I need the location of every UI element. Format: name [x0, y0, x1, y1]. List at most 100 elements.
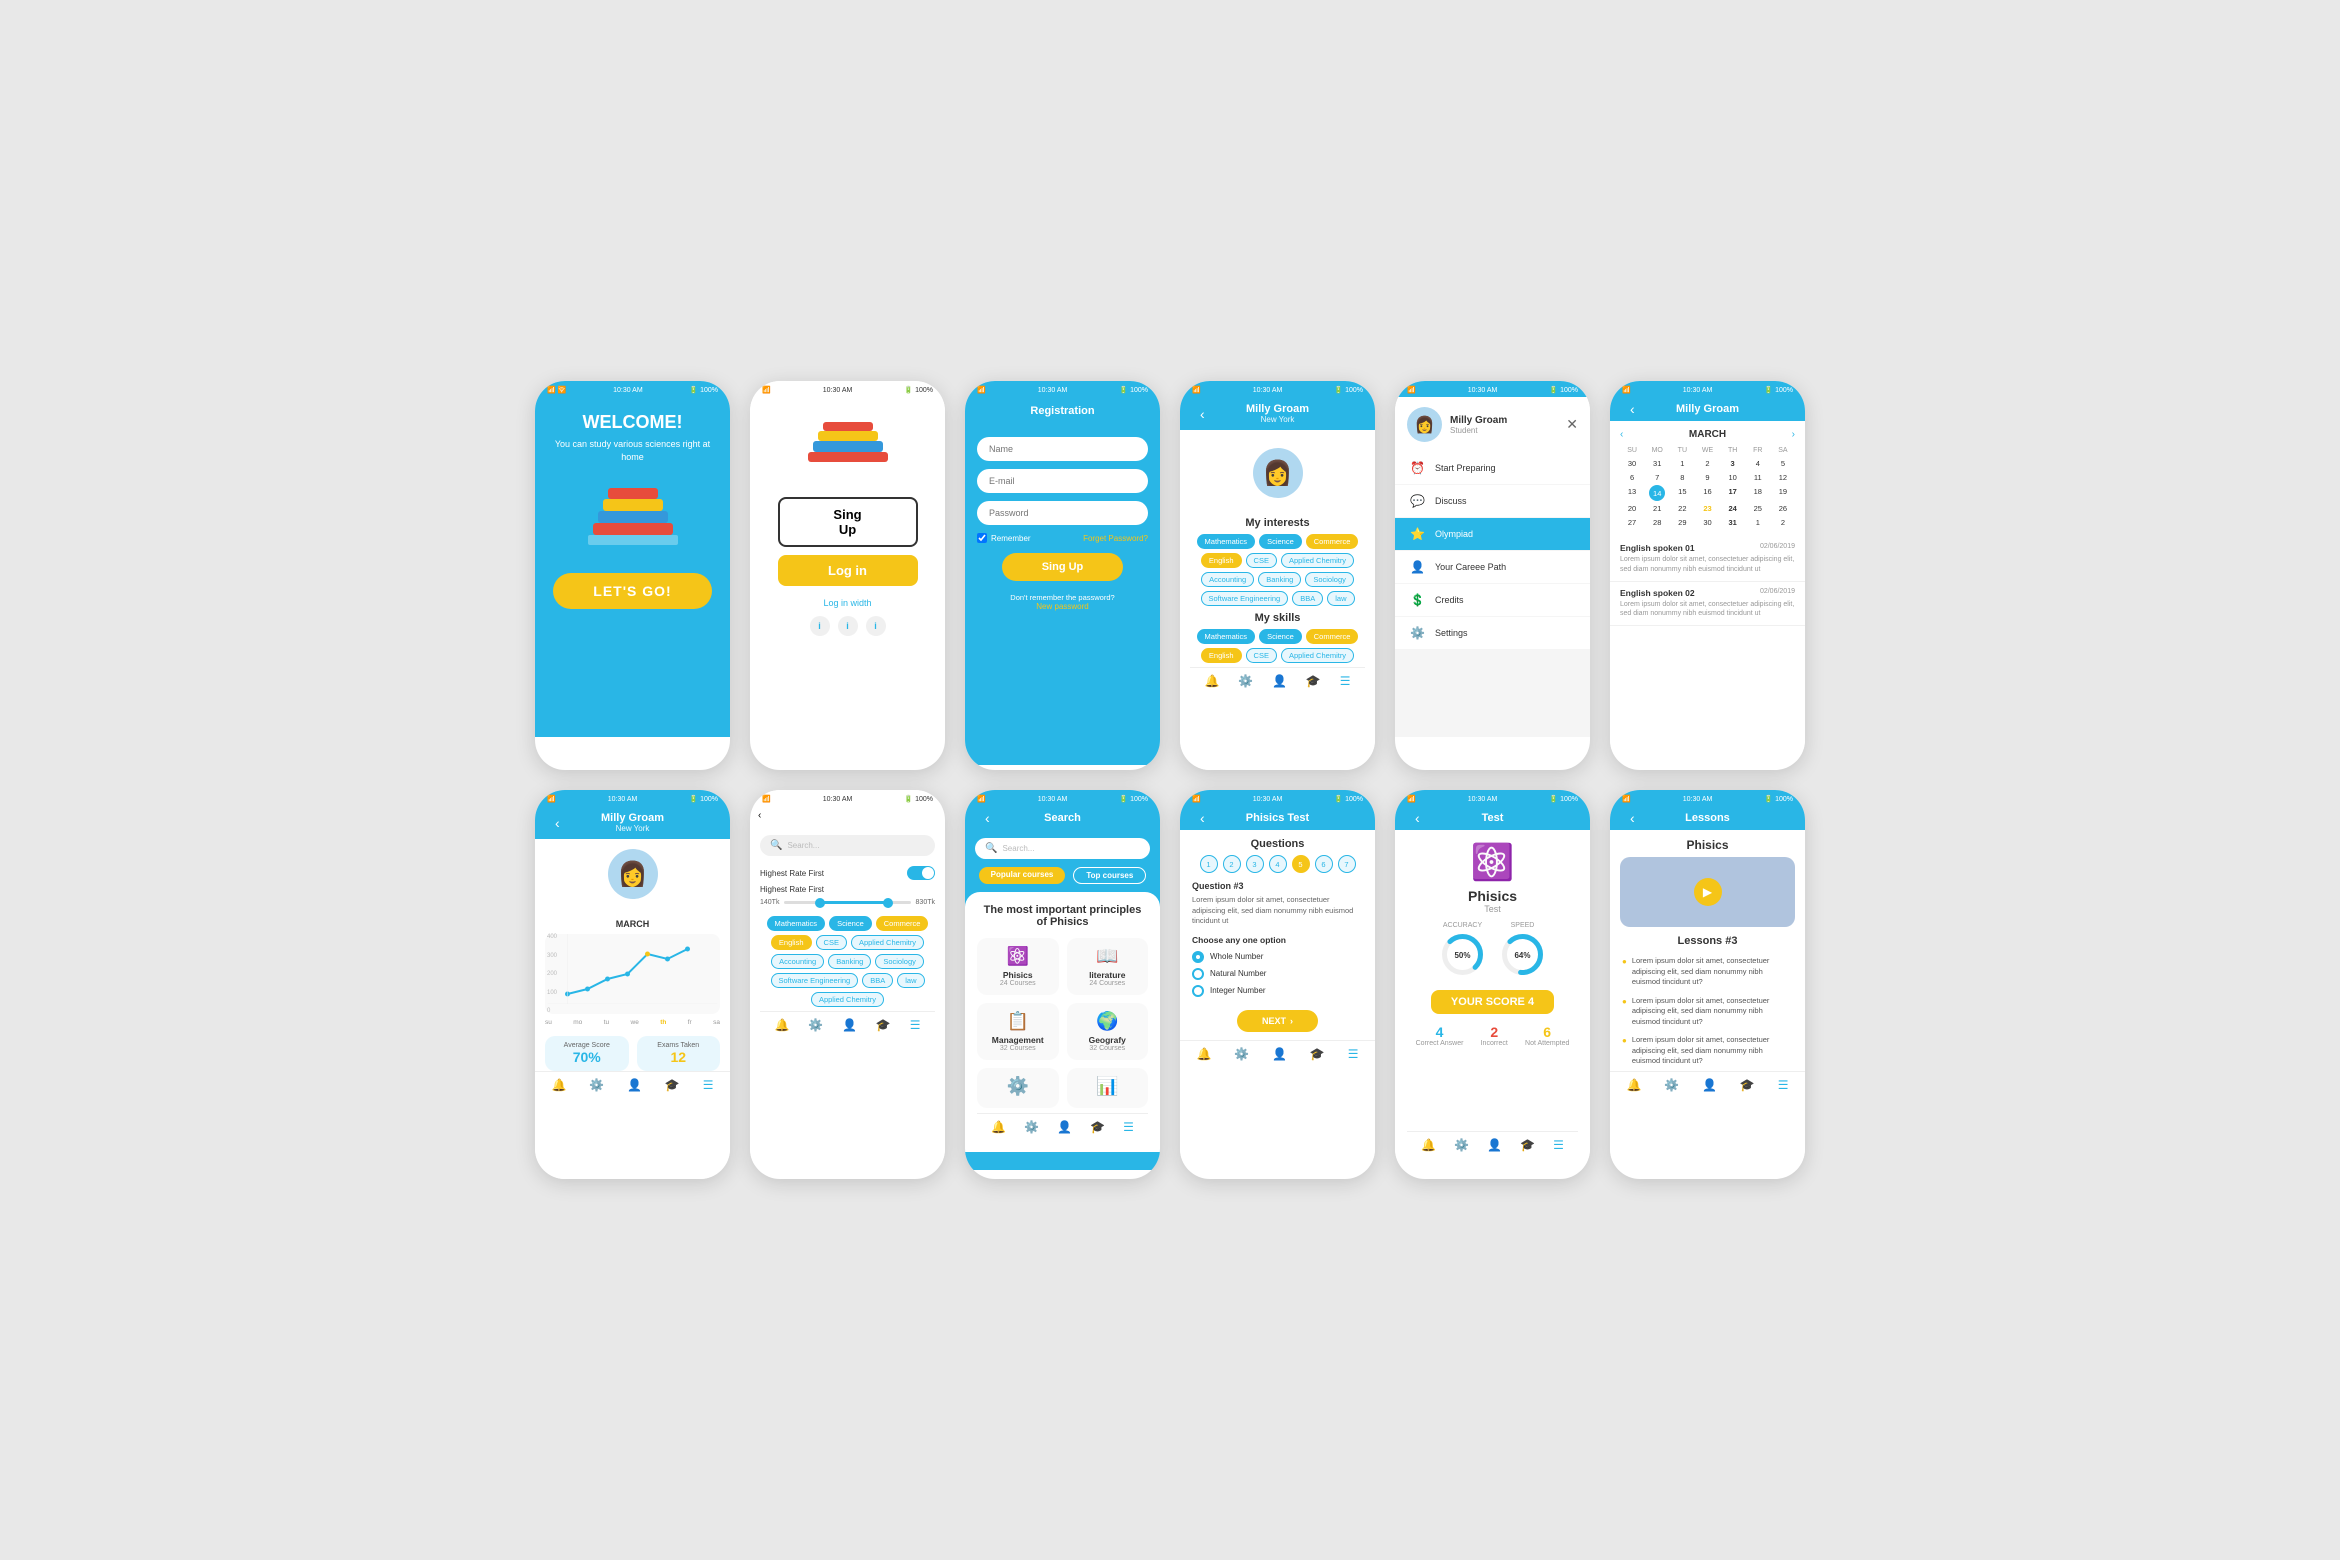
nav-hat-11[interactable]: 🎓 [1520, 1138, 1535, 1152]
filter-tag-se[interactable]: Software Engineering [771, 973, 859, 988]
filter-tag-banking[interactable]: Banking [828, 954, 871, 969]
lessons-back[interactable]: ‹ [1630, 810, 1635, 826]
cal-day-today[interactable]: 14 [1649, 485, 1665, 501]
menu-item-olympiad[interactable]: ⭐ Olympiad [1395, 518, 1590, 550]
cal-day[interactable]: 30 [1620, 457, 1644, 470]
skill-tag-cse[interactable]: CSE [1246, 648, 1277, 663]
filter-tag-accounting[interactable]: Accounting [771, 954, 824, 969]
cal-day[interactable]: 9 [1695, 471, 1719, 484]
email-input[interactable] [977, 469, 1148, 493]
num-2[interactable]: 2 [1223, 855, 1241, 873]
tag-english[interactable]: English [1201, 553, 1242, 568]
tab-top[interactable]: Top courses [1073, 867, 1146, 884]
remember-checkbox[interactable] [977, 533, 987, 543]
nav-gear-8[interactable]: ⚙️ [808, 1018, 823, 1032]
nav-person-10[interactable]: 👤 [1272, 1047, 1287, 1061]
nav-gear-11[interactable]: ⚙️ [1454, 1138, 1469, 1152]
radio-whole[interactable] [1192, 951, 1204, 963]
slider-left-thumb[interactable] [815, 898, 825, 908]
toggle-switch[interactable] [907, 866, 935, 880]
nav-bell-9[interactable]: 🔔 [991, 1120, 1006, 1134]
nav-gear-7[interactable]: ⚙️ [589, 1078, 604, 1092]
skill-tag-english[interactable]: English [1201, 648, 1242, 663]
cal-day[interactable]: 26 [1771, 502, 1795, 515]
course-card-extra2[interactable]: 📊 [1067, 1068, 1149, 1108]
nav-hat[interactable]: 🎓 [1306, 674, 1321, 688]
cal-day[interactable]: 22 [1670, 502, 1694, 515]
menu-item-career[interactable]: 👤 Your Careee Path [1395, 551, 1590, 583]
skill-tag-science[interactable]: Science [1259, 629, 1302, 644]
cal-day[interactable]: 2 [1771, 516, 1795, 529]
nav-hat-9[interactable]: 🎓 [1090, 1120, 1105, 1134]
nav-bell-7[interactable]: 🔔 [551, 1078, 566, 1092]
name-input[interactable] [977, 437, 1148, 461]
cal-day[interactable]: 24 [1721, 502, 1745, 515]
tag-science[interactable]: Science [1259, 534, 1302, 549]
filter-tag-applied[interactable]: Applied Chemitry [851, 935, 924, 950]
cal-day[interactable]: 27 [1620, 516, 1644, 529]
filter-tag-math[interactable]: Mathematics [767, 916, 826, 931]
cal-day[interactable]: 4 [1746, 457, 1770, 470]
cal-day[interactable]: 21 [1645, 502, 1669, 515]
course-card-management[interactable]: 📋 Management 32 Courses [977, 1003, 1059, 1060]
filter-tag-english[interactable]: English [771, 935, 812, 950]
search-placeholder[interactable]: Search... [1002, 844, 1034, 853]
cal-day[interactable]: 12 [1771, 471, 1795, 484]
profile-chart-back[interactable]: ‹ [555, 815, 560, 831]
play-button[interactable]: ▶ [1694, 878, 1722, 906]
cal-day[interactable]: 28 [1645, 516, 1669, 529]
registration-signup-button[interactable]: Sing Up [1002, 553, 1124, 581]
menu-item-settings[interactable]: ⚙️ Settings [1395, 617, 1590, 649]
cal-day[interactable]: 2 [1695, 457, 1719, 470]
video-thumbnail[interactable]: ▶ [1620, 857, 1795, 927]
cal-day[interactable]: 31 [1721, 516, 1745, 529]
nav-menu-10[interactable]: ☰ [1348, 1047, 1359, 1061]
nav-menu-11[interactable]: ☰ [1553, 1138, 1564, 1152]
cal-day[interactable]: 17 [1721, 485, 1745, 501]
cal-day[interactable]: 29 [1670, 516, 1694, 529]
num-7[interactable]: 7 [1338, 855, 1356, 873]
course-card-phisics[interactable]: ⚛️ Phisics 24 Courses [977, 938, 1059, 995]
nav-bell-12[interactable]: 🔔 [1626, 1078, 1641, 1092]
tag-law[interactable]: law [1327, 591, 1354, 606]
back-button[interactable]: ‹ [1200, 406, 1205, 422]
nav-menu-9[interactable]: ☰ [1123, 1120, 1134, 1134]
nav-menu-8[interactable]: ☰ [910, 1018, 921, 1032]
nav-gear-10[interactable]: ⚙️ [1234, 1047, 1249, 1061]
filter-tag-cse[interactable]: CSE [816, 935, 847, 950]
social-icon-1[interactable]: i [810, 616, 830, 636]
cal-day[interactable]: 8 [1670, 471, 1694, 484]
nav-person-9[interactable]: 👤 [1057, 1120, 1072, 1134]
nav-person-7[interactable]: 👤 [627, 1078, 642, 1092]
cal-day[interactable]: 10 [1721, 471, 1745, 484]
nav-person[interactable]: 👤 [1272, 674, 1287, 688]
cal-day[interactable]: 3 [1721, 457, 1745, 470]
nav-hat-12[interactable]: 🎓 [1740, 1078, 1755, 1092]
signup-button[interactable]: Sing Up [778, 497, 918, 547]
forgot-password-link[interactable]: Forget Password? [1083, 534, 1148, 543]
tag-bba[interactable]: BBA [1292, 591, 1323, 606]
cal-day-highlighted[interactable]: 23 [1695, 502, 1719, 515]
next-button[interactable]: NEXT › [1237, 1010, 1318, 1032]
search-input[interactable]: Search... [787, 841, 925, 850]
num-3[interactable]: 3 [1246, 855, 1264, 873]
num-5[interactable]: 5 [1292, 855, 1310, 873]
cal-day[interactable]: 25 [1746, 502, 1770, 515]
tag-software-eng[interactable]: Software Engineering [1201, 591, 1289, 606]
num-6[interactable]: 6 [1315, 855, 1333, 873]
cal-day[interactable]: 15 [1670, 485, 1694, 501]
tag-sociology[interactable]: Sociology [1305, 572, 1354, 587]
tag-cse[interactable]: CSE [1246, 553, 1277, 568]
filter-tag-sociology[interactable]: Sociology [875, 954, 924, 969]
tag-accounting[interactable]: Accounting [1201, 572, 1254, 587]
cal-day[interactable]: 1 [1670, 457, 1694, 470]
skill-tag-math[interactable]: Mathematics [1197, 629, 1256, 644]
nav-bell-10[interactable]: 🔔 [1196, 1047, 1211, 1061]
test-result-back[interactable]: ‹ [1415, 810, 1420, 826]
cal-next-button[interactable]: › [1792, 429, 1795, 440]
lets-go-button[interactable]: LET'S GO! [553, 573, 711, 609]
nav-menu-7[interactable]: ☰ [703, 1078, 714, 1092]
tag-applied-chemitry[interactable]: Applied Chemitry [1281, 553, 1354, 568]
nav-bell-8[interactable]: 🔔 [774, 1018, 789, 1032]
nav-hat-8[interactable]: 🎓 [876, 1018, 891, 1032]
